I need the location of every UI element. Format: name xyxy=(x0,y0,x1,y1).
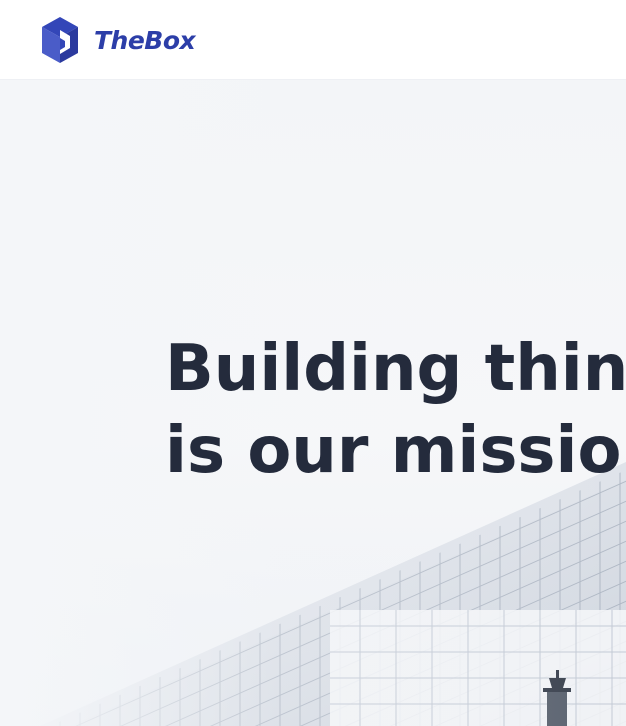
hero-title: Building things is our mission xyxy=(165,328,626,492)
cube-logo-icon xyxy=(42,17,78,63)
hero-title-line-1: Building things xyxy=(165,332,626,406)
hero-title-line-2: is our mission xyxy=(165,414,626,488)
brand-logo-link[interactable]: TheBox xyxy=(40,16,196,64)
hero-section: Building things is our mission xyxy=(0,80,626,726)
site-header: TheBox xyxy=(0,0,626,80)
brand-name: TheBox xyxy=(94,25,196,55)
